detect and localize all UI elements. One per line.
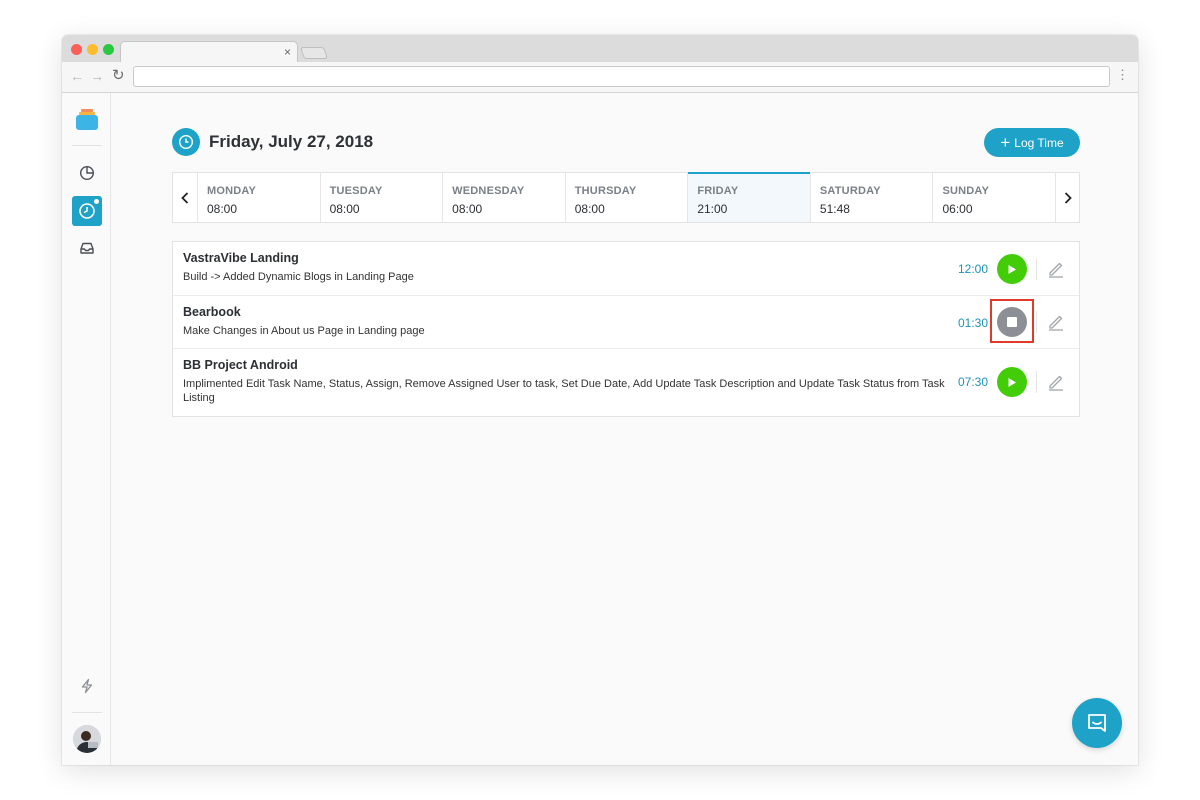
day-sunday[interactable]: SUNDAY 06:00 <box>932 173 1055 222</box>
sidebar-divider <box>72 145 102 146</box>
sidebar-item-reports[interactable] <box>72 158 102 188</box>
day-hours: 06:00 <box>942 202 973 216</box>
task-list: VastraVibe Landing Build -> Added Dynami… <box>172 241 1080 417</box>
pencil-icon <box>1049 375 1063 391</box>
reload-icon[interactable]: ↻ <box>112 68 125 84</box>
browser-window: × ← → ↻ ⋮ Friday, July 27, 2018 + Log Ti… <box>62 35 1138 765</box>
log-time-label: Log Time <box>1014 135 1064 150</box>
day-hours: 08:00 <box>329 202 360 216</box>
menu-dots-icon[interactable]: ⋮ <box>1116 67 1129 83</box>
edit-task-button[interactable] <box>1046 312 1066 332</box>
day-name: WEDNESDAY <box>452 185 525 197</box>
pencil-icon <box>1049 315 1063 331</box>
new-tab-button[interactable] <box>300 47 328 59</box>
day-friday[interactable]: FRIDAY 21:00 <box>687 172 810 222</box>
browser-titlebar: × <box>62 35 1138 63</box>
day-hours: 08:00 <box>452 202 483 216</box>
task-project-name: VastraVibe Landing <box>183 251 299 265</box>
maximize-window-button[interactable] <box>103 44 114 55</box>
play-icon <box>1008 264 1016 274</box>
clock-icon <box>79 203 95 219</box>
date-header: Friday, July 27, 2018 <box>172 128 373 156</box>
sidebar-item-integrations[interactable] <box>72 671 102 701</box>
pencil-icon <box>1049 262 1063 278</box>
minimize-window-button[interactable] <box>87 44 98 55</box>
chat-support-button[interactable] <box>1072 698 1122 748</box>
day-name: THURSDAY <box>574 185 637 197</box>
day-hours: 08:00 <box>207 202 238 216</box>
task-time: 12:00 <box>957 262 988 276</box>
stop-timer-button[interactable] <box>997 307 1027 337</box>
app-logo[interactable] <box>76 109 98 130</box>
task-project-name: BB Project Android <box>183 358 298 372</box>
back-arrow-icon[interactable]: ← <box>70 68 84 84</box>
day-hours: 21:00 <box>697 202 728 216</box>
divider <box>1036 311 1037 333</box>
page-title: Friday, July 27, 2018 <box>209 132 374 151</box>
list-item[interactable]: Bearbook Make Changes in About us Page i… <box>173 296 1079 349</box>
date-clock-icon <box>172 128 200 156</box>
start-timer-button[interactable] <box>997 254 1027 284</box>
sidebar-item-time-tracker[interactable] <box>72 196 102 226</box>
list-item[interactable]: VastraVibe Landing Build -> Added Dynami… <box>173 242 1079 296</box>
edit-task-button[interactable] <box>1046 259 1066 279</box>
day-wednesday[interactable]: WEDNESDAY 08:00 <box>442 173 565 222</box>
task-description: Build -> Added Dynamic Blogs in Landing … <box>183 271 414 283</box>
divider <box>1036 258 1037 280</box>
chevron-right-icon <box>1064 191 1072 204</box>
sidebar-item-inbox[interactable] <box>72 233 102 263</box>
stop-icon <box>1007 317 1017 327</box>
edit-task-button[interactable] <box>1046 372 1066 392</box>
day-name: SUNDAY <box>942 185 990 197</box>
day-name: FRIDAY <box>697 185 739 197</box>
close-window-button[interactable] <box>71 44 82 55</box>
day-name: MONDAY <box>207 185 257 197</box>
browser-tab[interactable]: × <box>120 41 298 63</box>
tab-close-icon[interactable]: × <box>284 45 291 59</box>
user-avatar-icon <box>73 725 101 753</box>
divider <box>1036 371 1037 393</box>
list-item[interactable]: BB Project Android Implimented Edit Task… <box>173 349 1079 416</box>
task-description: Implimented Edit Task Name, Status, Assi… <box>183 378 945 404</box>
day-tuesday[interactable]: TUESDAY 08:00 <box>319 173 443 222</box>
start-timer-button[interactable] <box>997 367 1027 397</box>
forward-arrow-icon[interactable]: → <box>90 68 104 84</box>
inbox-icon <box>80 242 94 254</box>
day-name: SATURDAY <box>819 185 881 197</box>
day-saturday[interactable]: SATURDAY 51:48 <box>809 173 933 222</box>
app-area: Friday, July 27, 2018 + Log Time MONDAY … <box>62 93 1138 765</box>
week-strip: MONDAY 08:00 TUESDAY 08:00 WEDNESDAY 08:… <box>172 172 1080 223</box>
task-time: 01:30 <box>957 316 988 330</box>
chat-icon <box>1088 714 1106 732</box>
plus-icon: + <box>1000 132 1011 152</box>
day-name: TUESDAY <box>329 185 383 197</box>
browser-toolbar: ← → ↻ ⋮ <box>62 62 1138 93</box>
main-content: Friday, July 27, 2018 + Log Time MONDAY … <box>172 93 1080 765</box>
address-bar[interactable] <box>133 66 1110 87</box>
play-icon <box>1008 377 1016 387</box>
log-time-button[interactable]: + Log Time <box>984 128 1080 157</box>
day-hours: 51:48 <box>819 202 850 216</box>
day-hours: 08:00 <box>574 202 605 216</box>
chevron-left-icon <box>181 191 189 204</box>
day-monday[interactable]: MONDAY 08:00 <box>197 173 320 222</box>
sidebar <box>62 93 111 765</box>
prev-week-button[interactable] <box>173 173 197 222</box>
task-time: 07:30 <box>957 375 988 389</box>
task-description: Make Changes in About us Page in Landing… <box>183 325 425 337</box>
sidebar-divider <box>72 712 102 713</box>
notification-dot <box>94 199 99 204</box>
next-week-button[interactable] <box>1055 173 1079 222</box>
day-thursday[interactable]: THURSDAY 08:00 <box>564 173 688 222</box>
lightning-icon <box>81 678 93 694</box>
pie-chart-icon <box>79 165 95 181</box>
task-project-name: Bearbook <box>183 305 241 319</box>
avatar[interactable] <box>73 725 101 753</box>
